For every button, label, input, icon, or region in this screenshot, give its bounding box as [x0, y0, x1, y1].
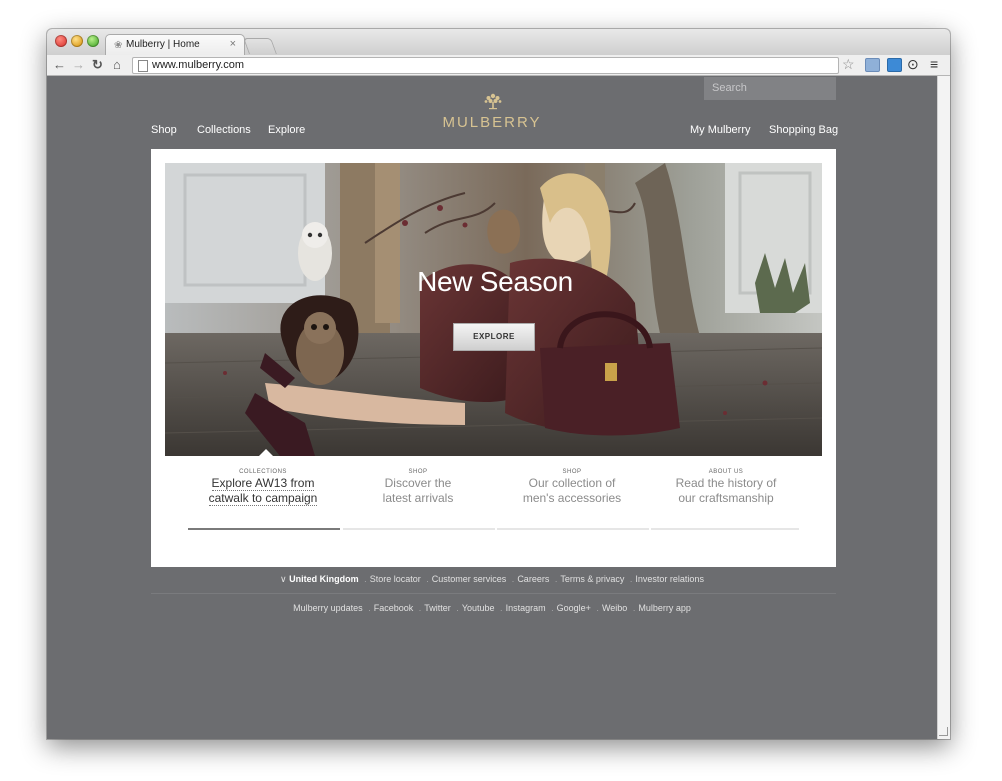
promo-progress-bar [497, 528, 649, 530]
nav-collections[interactable]: Collections [197, 124, 251, 136]
hero-banner[interactable]: New Season EXPLORE [165, 163, 822, 456]
promo-collections[interactable]: COLLECTIONS Explore AW13 from catwalk to … [188, 469, 338, 506]
promo-kicker: SHOP [562, 469, 582, 475]
browser-tab[interactable]: ❀ Mulberry | Home × [105, 34, 245, 56]
footer-link-mulberry-app[interactable]: Mulberry app [638, 603, 691, 613]
tab-close-icon[interactable]: × [230, 38, 236, 50]
footer-link-terms[interactable]: Terms & privacy [560, 574, 624, 584]
chevron-down-icon: ∨ [280, 574, 287, 584]
hero-title: New Season [417, 266, 573, 297]
promo-text: Discover the latest arrivals [382, 476, 454, 505]
footer-link-twitter[interactable]: Twitter [424, 603, 451, 613]
back-icon[interactable]: ← [53, 57, 66, 72]
promo-text: Our collection of men's accessories [522, 476, 622, 505]
resize-grip-icon[interactable] [939, 727, 948, 736]
promo-text: Read the history of our craftsmanship [675, 476, 777, 505]
web-page: Search Shop Collections Explore MULBERRY… [47, 76, 937, 739]
footer-link-google-plus[interactable]: Google+ [557, 603, 591, 613]
footer-link-youtube[interactable]: Youtube [462, 603, 495, 613]
forward-icon[interactable]: → [72, 57, 85, 72]
explore-button[interactable]: EXPLORE [453, 323, 535, 351]
url-text[interactable]: www.mulberry.com [152, 59, 244, 71]
browser-toolbar: ← → ↻ ⌂ www.mulberry.com ☆ ⊙ ≡ [47, 55, 950, 76]
promo-text: Explore AW13 from catwalk to campaign [208, 476, 318, 506]
promo-progress-bar [343, 528, 495, 530]
promo-shop-mens[interactable]: SHOP Our collection of men's accessories [497, 469, 647, 506]
footer-links-primary: ∨ United Kingdom . Store locator . Custome… [280, 574, 704, 584]
search-input[interactable]: Search [704, 77, 836, 100]
nav-shopping-bag[interactable]: Shopping Bag [769, 124, 838, 136]
nav-shop[interactable]: Shop [151, 124, 177, 136]
menu-icon[interactable]: ≡ [930, 56, 938, 72]
footer-link-investor-relations[interactable]: Investor relations [635, 574, 704, 584]
promo-shop-arrivals[interactable]: SHOP Discover the latest arrivals [343, 469, 493, 506]
footer-link-customer-services[interactable]: Customer services [432, 574, 507, 584]
minimize-window-button[interactable] [71, 35, 83, 47]
mulberry-tree-icon [484, 93, 502, 110]
country-selector[interactable]: United Kingdom [289, 574, 359, 584]
footer-link-careers[interactable]: Careers [517, 574, 549, 584]
bookmark-star-icon[interactable]: ☆ [842, 56, 855, 72]
page-icon [138, 60, 148, 72]
close-window-button[interactable] [55, 35, 67, 47]
footer-link-mulberry-updates[interactable]: Mulberry updates [293, 603, 363, 613]
content-panel: New Season EXPLORE COLLECTIONS Explore A… [151, 149, 836, 567]
nav-my-mulberry[interactable]: My Mulberry [690, 124, 751, 136]
scrollbar[interactable] [937, 76, 950, 739]
footer-links-social: Mulberry updates . Facebook . Twitter . You… [293, 603, 691, 613]
promo-about-us[interactable]: ABOUT US Read the history of our craftsma… [651, 469, 801, 506]
footer-link-store-locator[interactable]: Store locator [370, 574, 421, 584]
promo-kicker: SHOP [408, 469, 428, 475]
extension-icon[interactable] [887, 58, 902, 72]
new-tab-button[interactable] [243, 38, 277, 54]
active-promo-pointer [259, 449, 273, 456]
search-placeholder: Search [712, 82, 747, 94]
footer-link-instagram[interactable]: Instagram [506, 603, 546, 613]
nav-explore[interactable]: Explore [268, 124, 305, 136]
promo-progress-bar [651, 528, 799, 530]
extension-icon[interactable] [865, 58, 880, 72]
promo-kicker: ABOUT US [708, 469, 744, 475]
favicon-icon: ❀ [114, 40, 123, 51]
reload-icon[interactable]: ↻ [92, 57, 103, 72]
promo-kicker: COLLECTIONS [239, 469, 287, 475]
promo-progress-bar [188, 528, 340, 530]
home-icon[interactable]: ⌂ [113, 57, 121, 72]
browser-window: ❀ Mulberry | Home × ← → ↻ ⌂ www.mulberry… [47, 29, 950, 739]
footer-link-facebook[interactable]: Facebook [374, 603, 414, 613]
hero-photo [165, 163, 822, 456]
settings-circle-icon[interactable]: ⊙ [907, 56, 919, 72]
mulberry-logo[interactable]: MULBERRY [434, 114, 550, 131]
title-bar: ❀ Mulberry | Home × [47, 29, 950, 56]
zoom-window-button[interactable] [87, 35, 99, 47]
footer-divider [151, 593, 836, 594]
tab-title: Mulberry | Home [126, 39, 200, 50]
footer-link-weibo[interactable]: Weibo [602, 603, 627, 613]
address-bar[interactable]: www.mulberry.com [132, 57, 839, 74]
